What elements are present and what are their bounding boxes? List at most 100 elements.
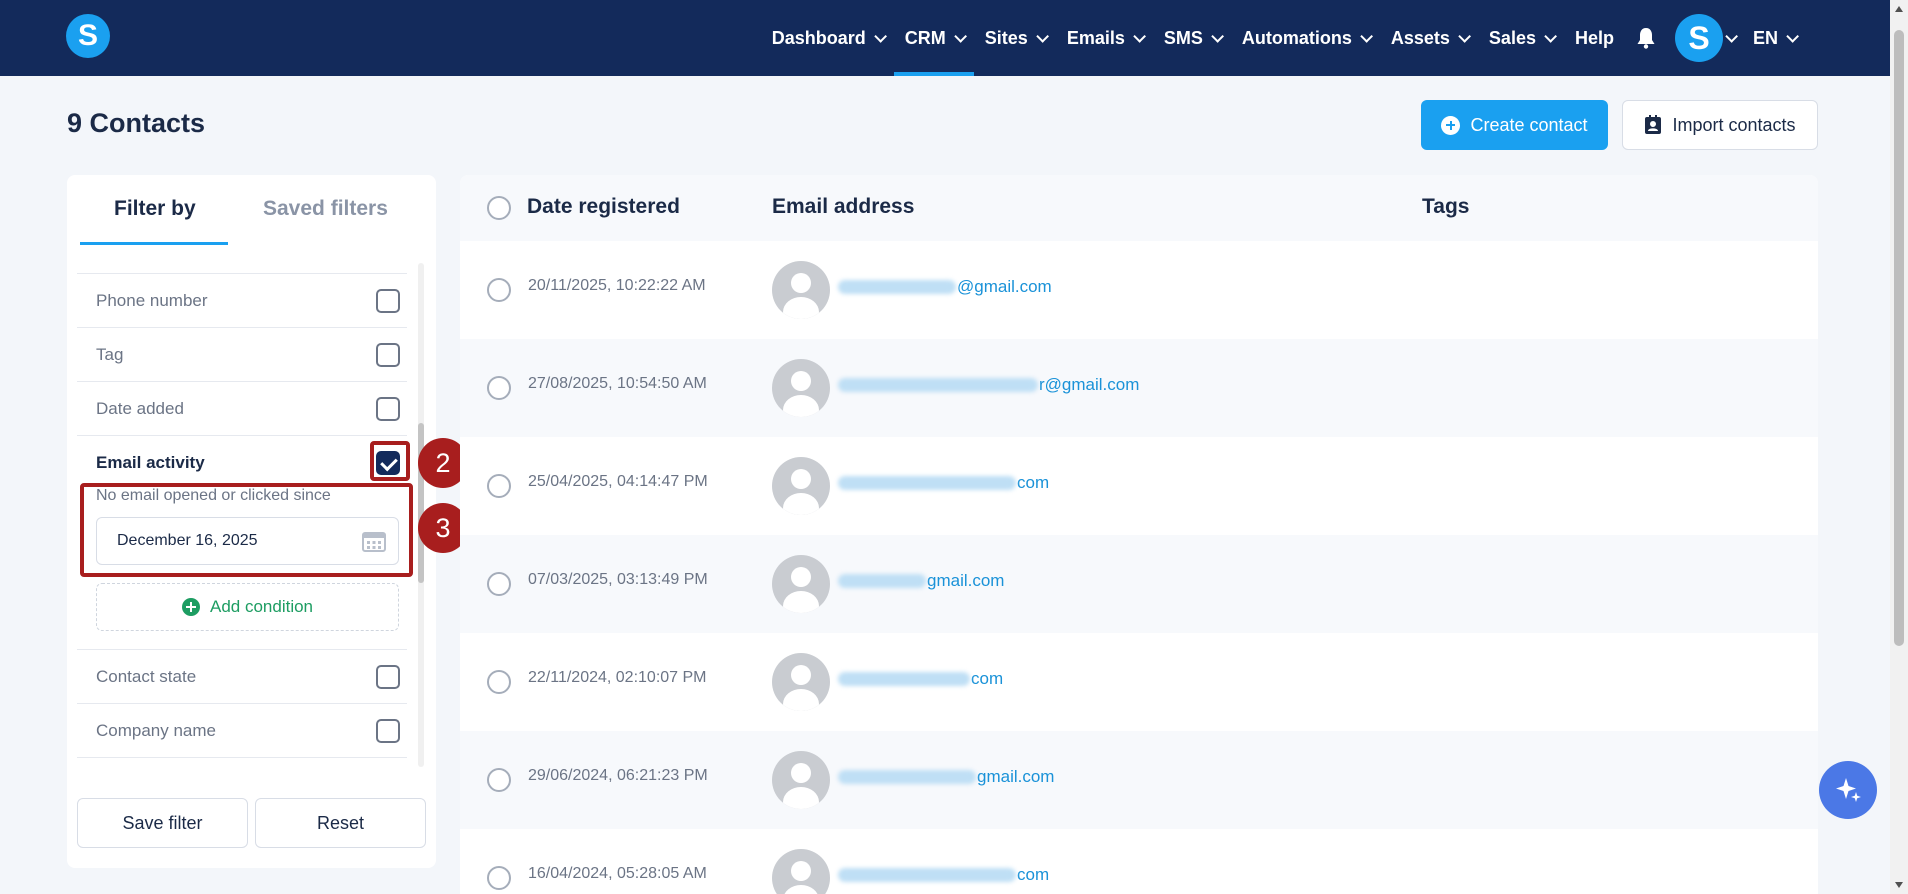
ai-assistant-button[interactable] (1819, 761, 1877, 819)
date-registered: 16/04/2024, 05:28:05 AM (528, 865, 707, 882)
table-row[interactable]: 22/11/2024, 02:10:07 PM com (460, 633, 1818, 731)
email-link[interactable]: r@gmail.com (838, 375, 1139, 395)
nav-item-automations[interactable]: Automations (1231, 0, 1380, 76)
chevron-down-icon (1458, 29, 1471, 43)
nav-item-sales[interactable]: Sales (1478, 0, 1564, 76)
scrollbar-thumb[interactable] (1894, 30, 1904, 646)
contact-avatar (772, 457, 830, 515)
bell-icon[interactable] (1635, 27, 1657, 49)
date-registered: 22/11/2024, 02:10:07 PM (528, 669, 707, 686)
table-row[interactable]: 16/04/2024, 05:28:05 AM com (460, 829, 1818, 894)
table-row[interactable]: 20/11/2025, 10:22:22 AM @gmail.com (460, 241, 1818, 339)
nav-item-dashboard[interactable]: Dashboard (761, 0, 894, 76)
scroll-up-arrow-icon[interactable] (1895, 6, 1903, 12)
save-filter-button[interactable]: Save filter (77, 798, 248, 848)
column-email-address[interactable]: Email address (772, 195, 914, 219)
email-link[interactable]: gmail.com (838, 571, 1004, 591)
contact-avatar (772, 359, 830, 417)
company-name-checkbox[interactable] (376, 718, 400, 743)
scroll-down-arrow-icon[interactable] (1895, 882, 1903, 888)
filter-row-date-added[interactable]: Date added (77, 381, 407, 435)
table-row[interactable]: 27/08/2025, 10:54:50 AM r@gmail.com (460, 339, 1818, 437)
tag-checkbox[interactable] (376, 342, 400, 367)
annotation-box-checkbox (370, 441, 410, 481)
date-registered: 25/04/2025, 04:14:47 PM (528, 473, 708, 490)
contact-avatar (772, 751, 830, 809)
chevron-down-icon (874, 29, 887, 43)
chevron-down-icon (954, 29, 967, 43)
chevron-down-icon (1544, 29, 1557, 43)
contact-state-checkbox[interactable] (376, 664, 400, 689)
email-link[interactable]: com (838, 473, 1049, 493)
email-link[interactable]: com (838, 669, 1003, 689)
app-logo[interactable]: S (66, 14, 110, 58)
user-menu-toggle[interactable] (1723, 0, 1742, 76)
plus-circle-icon (181, 598, 200, 616)
table-row[interactable]: 25/04/2025, 04:14:47 PM com (460, 437, 1818, 535)
email-link[interactable]: gmail.com (838, 767, 1054, 787)
annotation-box-date (80, 483, 413, 577)
page-title: 9 Contacts (67, 108, 206, 138)
contact-avatar (772, 653, 830, 711)
row-select-radio[interactable] (487, 376, 511, 400)
filter-tabs: Filter by Saved filters (67, 175, 436, 245)
reset-button[interactable]: Reset (255, 798, 426, 848)
filter-row-contact-state[interactable]: Contact state (77, 649, 407, 703)
add-condition-button[interactable]: Add condition (96, 583, 399, 631)
row-select-radio[interactable] (487, 768, 511, 792)
top-navbar: S Dashboard CRM Sites Emails SMS Automat… (0, 0, 1890, 76)
user-avatar[interactable]: S (1674, 14, 1723, 62)
email-link[interactable]: @gmail.com (838, 277, 1052, 297)
table-row[interactable]: 07/03/2025, 03:13:49 PM gmail.com (460, 535, 1818, 633)
plus-circle-icon (1441, 115, 1461, 135)
chevron-down-icon (1786, 29, 1799, 43)
date-registered: 29/06/2024, 06:21:23 PM (528, 767, 708, 784)
column-tags[interactable]: Tags (1422, 195, 1469, 219)
tab-filter-by[interactable]: Filter by (114, 197, 196, 221)
nav-item-sites[interactable]: Sites (974, 0, 1056, 76)
table-row[interactable]: 29/06/2024, 06:21:23 PM gmail.com (460, 731, 1818, 829)
tab-saved-filters[interactable]: Saved filters (263, 197, 388, 221)
table-header: Date registered Email address Tags (460, 175, 1818, 241)
chevron-down-icon (1360, 29, 1373, 43)
nav-item-emails[interactable]: Emails (1056, 0, 1153, 76)
row-select-radio[interactable] (487, 278, 511, 302)
import-contacts-button[interactable]: Import contacts (1622, 100, 1818, 150)
phone-number-checkbox[interactable] (376, 288, 400, 313)
contact-card-icon (1645, 115, 1662, 134)
filter-row-phone-number[interactable]: Phone number (77, 273, 407, 327)
nav-menu: Dashboard CRM Sites Emails SMS Automatio… (761, 0, 1806, 76)
nav-item-crm[interactable]: CRM (893, 0, 974, 76)
sparkle-icon (1836, 778, 1861, 802)
active-tab-indicator (80, 242, 228, 245)
chevron-down-icon (1036, 29, 1049, 43)
select-all-radio[interactable] (487, 196, 511, 220)
nav-item-sms[interactable]: SMS (1153, 0, 1231, 76)
filter-row-company-name[interactable]: Company name (77, 703, 407, 757)
email-link[interactable]: com (838, 865, 1049, 885)
row-select-radio[interactable] (487, 474, 511, 498)
chevron-down-icon (1211, 29, 1224, 43)
contacts-table: Date registered Email address Tags 20/11… (460, 175, 1818, 894)
contact-avatar (772, 555, 830, 613)
date-registered: 07/03/2025, 03:13:49 PM (528, 571, 708, 588)
row-select-radio[interactable] (487, 866, 511, 890)
filter-row-email-activity[interactable]: Email activity (77, 435, 407, 489)
row-select-radio[interactable] (487, 572, 511, 596)
filter-row-tag[interactable]: Tag (77, 327, 407, 381)
nav-item-assets[interactable]: Assets (1380, 0, 1478, 76)
page-scrollbar[interactable] (1890, 0, 1908, 894)
date-added-checkbox[interactable] (376, 396, 400, 421)
row-select-radio[interactable] (487, 670, 511, 694)
contact-avatar (772, 261, 830, 319)
create-contact-button[interactable]: Create contact (1421, 100, 1608, 150)
date-registered: 20/11/2025, 10:22:22 AM (528, 277, 706, 294)
column-date-registered[interactable]: Date registered (527, 195, 680, 219)
nav-item-help[interactable]: Help (1564, 0, 1625, 76)
language-selector[interactable]: EN (1742, 0, 1806, 76)
contact-avatar (772, 849, 830, 894)
date-registered: 27/08/2025, 10:54:50 AM (528, 375, 707, 392)
filter-row-divider (77, 757, 407, 767)
chevron-down-icon (1133, 29, 1146, 43)
chevron-down-icon (1725, 29, 1738, 43)
